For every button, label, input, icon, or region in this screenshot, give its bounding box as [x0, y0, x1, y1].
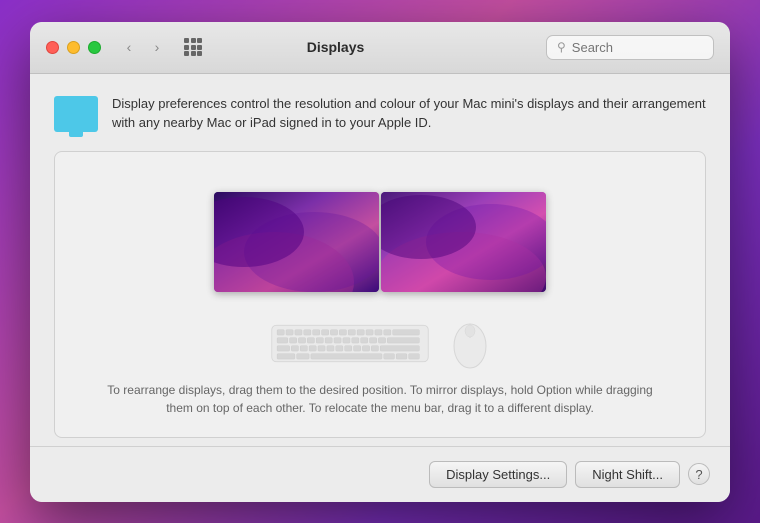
monitor-right-screen — [381, 192, 546, 292]
monitor-left[interactable] — [214, 192, 379, 292]
window-title: Displays — [125, 39, 546, 55]
bottom-bar: Display Settings... Night Shift... ? — [30, 446, 730, 502]
display-settings-button[interactable]: Display Settings... — [429, 461, 567, 488]
displays-container — [214, 192, 546, 292]
night-shift-button[interactable]: Night Shift... — [575, 461, 680, 488]
monitor-right-display — [381, 192, 546, 292]
keyboard-icon — [270, 321, 430, 366]
minimize-button[interactable] — [67, 41, 80, 54]
info-row: Display preferences control the resoluti… — [54, 94, 706, 133]
close-button[interactable] — [46, 41, 59, 54]
search-bar[interactable]: ⚲ — [546, 35, 714, 60]
mouse-icon — [450, 316, 490, 371]
display-icon — [54, 96, 98, 132]
monitor-left-screen — [214, 192, 379, 292]
info-description: Display preferences control the resoluti… — [112, 94, 706, 133]
keyboard-mouse-row — [270, 316, 490, 371]
search-icon: ⚲ — [557, 40, 566, 54]
traffic-lights — [46, 41, 101, 54]
system-preferences-window: ‹ › Displays ⚲ Display preferences contr… — [30, 22, 730, 502]
display-preview-area: To rearrange displays, drag them to the … — [54, 151, 706, 438]
monitor-left-display — [214, 192, 379, 292]
monitor-right[interactable] — [381, 192, 546, 292]
arrangement-text: To rearrange displays, drag them to the … — [75, 381, 685, 417]
titlebar: ‹ › Displays ⚲ — [30, 22, 730, 74]
content-area: Display preferences control the resoluti… — [30, 74, 730, 446]
search-input[interactable] — [572, 40, 703, 55]
help-button[interactable]: ? — [688, 463, 710, 485]
maximize-button[interactable] — [88, 41, 101, 54]
